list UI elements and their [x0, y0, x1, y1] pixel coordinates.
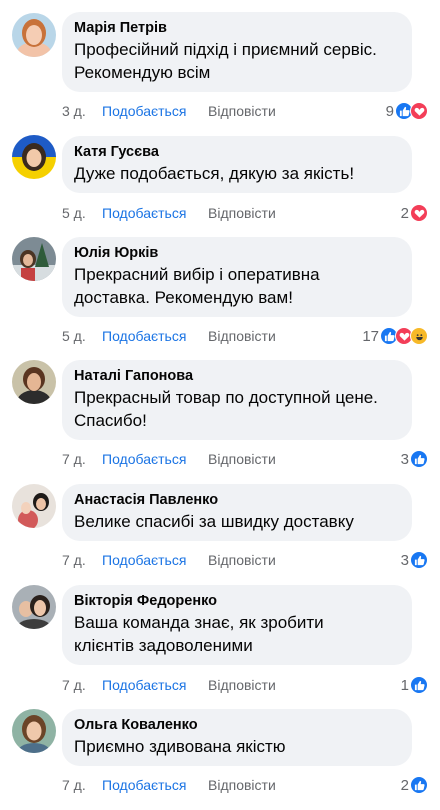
like-icon	[410, 776, 428, 794]
comment-actions: 7 д. Подобається Відповісти	[62, 550, 276, 570]
love-icon	[410, 102, 428, 120]
comment-bubble: Наталі Гапонова Прекрасный товар по дост…	[62, 360, 412, 440]
comment-text-line: Спасибо!	[74, 411, 147, 430]
reaction-count: 2	[400, 204, 409, 222]
comment-actions: 7 д. Подобається Відповісти	[62, 775, 276, 795]
commenter-name[interactable]: Марія Петрів	[74, 19, 400, 38]
comment-bubble: Анастасія Павленко Велике спасибі за шви…	[62, 484, 412, 541]
avatar[interactable]	[12, 237, 56, 281]
reaction-summary[interactable]: 3	[401, 549, 428, 571]
comment-actions: 7 д. Подобається Відповісти	[62, 675, 276, 695]
avatar[interactable]	[12, 135, 56, 179]
commenter-name[interactable]: Юлія Юрків	[74, 244, 400, 263]
reply-link[interactable]: Відповісти	[208, 451, 276, 467]
reaction-count: 3	[400, 551, 409, 569]
comment-actions: 7 д. Подобається Відповісти	[62, 449, 276, 469]
avatar[interactable]	[12, 484, 56, 528]
like-link[interactable]: Подобається	[102, 677, 208, 693]
like-link[interactable]: Подобається	[102, 451, 208, 467]
like-icon	[410, 551, 428, 569]
like-link[interactable]: Подобається	[102, 103, 208, 119]
reaction-count: 2	[400, 776, 409, 794]
timestamp[interactable]: 5 д.	[62, 205, 102, 221]
timestamp[interactable]: 7 д.	[62, 451, 102, 467]
timestamp[interactable]: 7 д.	[62, 777, 102, 793]
commenter-name[interactable]: Вікторія Федоренко	[74, 592, 400, 611]
commenter-name[interactable]: Ольга Коваленко	[74, 716, 400, 735]
reply-link[interactable]: Відповісти	[208, 328, 276, 344]
commenter-name[interactable]: Наталі Гапонова	[74, 367, 400, 386]
reaction-count: 1	[400, 676, 409, 694]
comment-text-line: Ваша команда знає, як зробити	[74, 613, 324, 632]
avatar[interactable]	[12, 585, 56, 629]
comment-text-line: Прекрасный товар по доступной цене.	[74, 388, 378, 407]
timestamp[interactable]: 3 д.	[62, 103, 102, 119]
reply-link[interactable]: Відповісти	[208, 205, 276, 221]
comment-text-line: Рекомендую всім	[74, 63, 211, 82]
comment-text-line: Дуже подобається, дякую за якість!	[74, 164, 355, 183]
reaction-summary[interactable]: 3	[401, 448, 428, 470]
timestamp[interactable]: 7 д.	[62, 552, 102, 568]
reaction-summary[interactable]: 9	[386, 100, 428, 122]
like-link[interactable]: Подобається	[102, 552, 208, 568]
comment-text-line: Професійний підхід і приємний сервіс.	[74, 40, 377, 59]
reaction-count: 17	[362, 327, 379, 345]
reaction-summary[interactable]: 17	[362, 325, 428, 347]
comment-bubble: Марія Петрів Професійний підхід і приємн…	[62, 12, 412, 92]
comment-actions: 5 д. Подобається Відповісти	[62, 203, 276, 223]
comment-actions: 5 д. Подобається Відповісти	[62, 326, 276, 346]
avatar[interactable]	[12, 13, 56, 57]
love-icon	[410, 204, 428, 222]
reaction-count: 9	[385, 102, 394, 120]
reaction-summary[interactable]: 2	[401, 774, 428, 796]
avatar[interactable]	[12, 360, 56, 404]
avatar[interactable]	[12, 709, 56, 753]
comment-bubble: Катя Гусєва Дуже подобається, дякую за я…	[62, 136, 412, 193]
reaction-summary[interactable]: 2	[401, 202, 428, 224]
comment-text-line: доставка. Рекомендую вам!	[74, 288, 293, 307]
comment-text-line: Прекрасний вибір і оперативна	[74, 265, 320, 284]
comment-text-line: Приємно здивована якістю	[74, 737, 286, 756]
timestamp[interactable]: 7 д.	[62, 677, 102, 693]
timestamp[interactable]: 5 д.	[62, 328, 102, 344]
commenter-name[interactable]: Анастасія Павленко	[74, 491, 400, 510]
reply-link[interactable]: Відповісти	[208, 777, 276, 793]
reply-link[interactable]: Відповісти	[208, 103, 276, 119]
reaction-summary[interactable]: 1	[401, 674, 428, 696]
comment-bubble: Юлія Юрків Прекрасний вибір і оперативна…	[62, 237, 412, 317]
comment-text-line: клієнтів задоволеними	[74, 636, 253, 655]
like-link[interactable]: Подобається	[102, 777, 208, 793]
like-link[interactable]: Подобається	[102, 328, 208, 344]
haha-icon	[410, 327, 428, 345]
comment-bubble: Вікторія Федоренко Ваша команда знає, як…	[62, 585, 412, 665]
reply-link[interactable]: Відповісти	[208, 677, 276, 693]
like-icon	[410, 450, 428, 468]
comment-bubble: Ольга Коваленко Приємно здивована якістю	[62, 709, 412, 766]
reaction-count: 3	[400, 450, 409, 468]
commenter-name[interactable]: Катя Гусєва	[74, 143, 400, 162]
like-icon	[410, 676, 428, 694]
like-link[interactable]: Подобається	[102, 205, 208, 221]
comment-text-line: Велике спасибі за швидку доставку	[74, 512, 354, 531]
comment-actions: 3 д. Подобається Відповісти	[62, 101, 276, 121]
reply-link[interactable]: Відповісти	[208, 552, 276, 568]
